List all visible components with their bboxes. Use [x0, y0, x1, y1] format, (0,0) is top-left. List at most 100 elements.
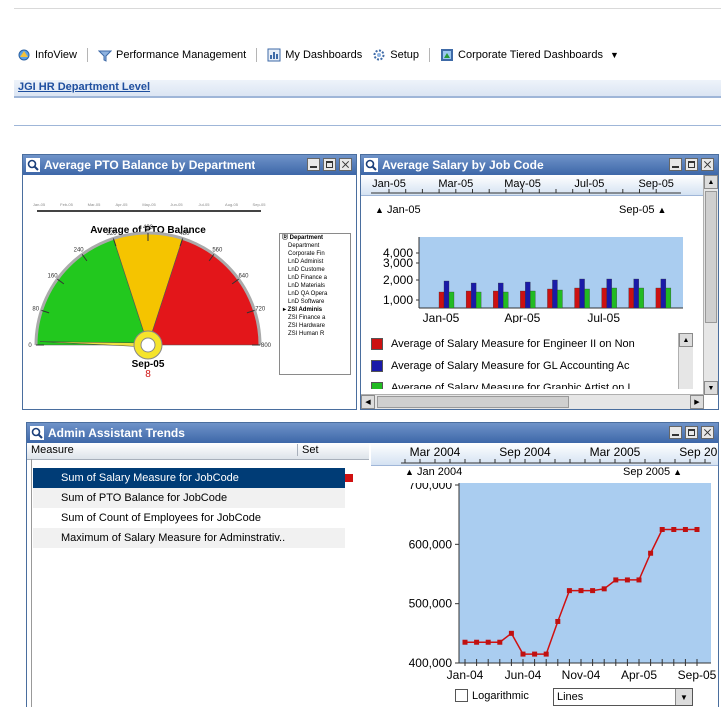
department-list-item[interactable]: ZSI Human R	[280, 330, 350, 338]
department-list-item[interactable]: LnD QA Opera	[280, 290, 350, 298]
salary-legend: Average of Salary Measure for Engineer I…	[361, 331, 691, 389]
maximize-button[interactable]	[685, 158, 698, 171]
department-list-item[interactable]: Corporate Fin	[280, 250, 350, 258]
department-list-item[interactable]: ZSI Finance a	[280, 314, 350, 322]
close-button[interactable]	[701, 158, 714, 171]
nav-item-setup[interactable]: Setup	[369, 48, 422, 62]
minimize-button[interactable]	[307, 158, 320, 171]
bar	[611, 287, 617, 309]
nav-item-corporate-tiered-dashboards[interactable]: Corporate Tiered Dashboards ▼	[437, 48, 622, 62]
salary-timeline[interactable]: Jan-05 Mar-05 May-05 Jul-05 Sep-05	[361, 175, 704, 196]
x-tick-label: Sep-05	[678, 668, 717, 682]
scroll-left-arrow[interactable]: ◀	[361, 395, 375, 409]
legend-scrollbar[interactable]: ▲	[678, 333, 693, 389]
timeline-label: Sep-05	[638, 178, 673, 190]
bar	[665, 287, 672, 309]
nav-item-my-dashboards[interactable]: My Dashboards	[264, 48, 365, 62]
gauge-tick-label: 800	[261, 343, 272, 349]
nav-item-label: My Dashboards	[285, 49, 363, 61]
setup-icon	[373, 49, 385, 61]
close-button[interactable]	[339, 158, 352, 171]
y-tick-label: 700,000	[409, 483, 453, 492]
department-list-item[interactable]: LnD Administ	[280, 258, 350, 266]
department-list-item[interactable]: LnD Materials	[280, 282, 350, 290]
panel-vertical-scrollbar[interactable]: ▲ ▼	[703, 175, 718, 395]
maximize-button[interactable]	[323, 158, 336, 171]
legend-label: Average of Salary Measure for GL Account…	[391, 360, 630, 372]
maximize-button[interactable]	[685, 426, 698, 439]
panel-horizontal-scrollbar[interactable]: ◀ ▶	[361, 394, 704, 409]
nav-item-performance-management[interactable]: Performance Management	[95, 48, 249, 62]
data-point	[555, 618, 561, 624]
measure-row[interactable]: Sum of PTO Balance for JobCode	[33, 488, 345, 508]
chevron-down-icon[interactable]: ▼	[675, 689, 692, 705]
trend-timeline[interactable]: Mar 2004 Sep 2004 Mar 2005 Sep 2005	[371, 443, 718, 466]
x-tick-label: Jun-04	[505, 668, 542, 682]
column-header-set[interactable]: Set	[297, 444, 319, 456]
logarithmic-toggle[interactable]: Logarithmic	[455, 689, 529, 702]
nav-separator	[256, 48, 258, 62]
bar	[584, 288, 590, 309]
scroll-right-arrow[interactable]: ▶	[690, 395, 704, 409]
x-tick-label: Apr-05	[621, 668, 657, 682]
magnifier-icon[interactable]	[30, 426, 44, 440]
bar	[660, 278, 667, 309]
series-color-marker	[345, 474, 353, 482]
panel-title-bar[interactable]: Admin Assistant Trends	[27, 423, 718, 443]
salary-bar-chart: 1,0002,0003,0004,000Jan-05 Apr-05 Jul-05	[383, 237, 683, 323]
column-header-measure[interactable]: Measure	[31, 444, 74, 456]
panel-title-bar[interactable]: Average PTO Balance by Department	[23, 155, 356, 175]
bar	[552, 279, 558, 309]
measure-row[interactable]: Sum of Count of Employees for JobCode	[33, 508, 345, 528]
department-level-bar: JGI HR Department Level	[14, 80, 721, 98]
department-list-item[interactable]: LnD Finance a	[280, 274, 350, 282]
scroll-down-arrow[interactable]: ▼	[704, 381, 718, 395]
department-list-item[interactable]: ZSI Hardware	[280, 322, 350, 330]
bar	[606, 278, 612, 309]
timeline-label: Jan-05	[372, 178, 406, 190]
close-button[interactable]	[701, 426, 714, 439]
department-list-item[interactable]: ▸ ZSI Adminis	[280, 306, 350, 314]
panel-title-bar[interactable]: Average Salary by Job Code	[361, 155, 718, 175]
gauge-tick-label: 240	[74, 248, 85, 254]
main-nav: InfoView Performance Management My Dashb…	[14, 44, 721, 66]
scroll-up-arrow[interactable]: ▲	[679, 333, 693, 347]
range-start-marker-icon[interactable]: ▲	[405, 467, 414, 477]
magnifier-icon[interactable]	[26, 158, 40, 172]
measure-row[interactable]: Sum of Salary Measure for JobCode	[33, 468, 345, 488]
bar	[493, 290, 499, 309]
y-tick-label: 1,000	[383, 293, 413, 307]
legend-swatch	[371, 360, 383, 372]
scrollbar-thumb[interactable]	[705, 191, 717, 323]
bar	[503, 291, 509, 309]
nav-separator	[429, 48, 431, 62]
nav-separator	[87, 48, 88, 62]
bar	[443, 280, 450, 309]
logarithmic-checkbox[interactable]	[455, 689, 468, 702]
y-tick-label: 600,000	[409, 537, 453, 551]
timeline-label: May-05	[504, 178, 541, 190]
data-point	[485, 639, 491, 645]
scroll-up-arrow[interactable]: ▲	[704, 175, 718, 189]
magnifier-icon[interactable]	[364, 158, 378, 172]
measure-row[interactable]: Maximum of Salary Measure for Adminstrat…	[33, 528, 345, 548]
y-tick-label: 500,000	[409, 597, 453, 611]
minimize-button[interactable]	[669, 158, 682, 171]
minimize-button[interactable]	[669, 426, 682, 439]
department-level-link[interactable]: JGI HR Department Level	[18, 81, 150, 93]
department-list-item[interactable]: Department	[280, 242, 350, 250]
chart-type-select[interactable]: Lines ▼	[553, 688, 693, 706]
department-list-item[interactable]: LnD Software	[280, 298, 350, 306]
gauge-tick-label: 80	[32, 307, 39, 313]
range-end-marker-icon[interactable]: ▲	[673, 467, 682, 477]
department-list[interactable]: Ⓓ Department Department Corporate Fin LnD A…	[279, 233, 351, 375]
chevron-down-icon[interactable]: ▼	[610, 50, 619, 60]
y-tick-label: 2,000	[383, 273, 413, 287]
nav-item-infoview[interactable]: InfoView	[14, 48, 80, 62]
department-list-item[interactable]: LnD Custome	[280, 266, 350, 274]
gauge-tick-label: 640	[238, 274, 249, 280]
department-list-header[interactable]: Ⓓ Department	[280, 234, 350, 242]
legend-item: Average of Salary Measure for Engineer I…	[371, 337, 635, 351]
slider-tick-label: Jul-05	[199, 202, 211, 207]
scrollbar-thumb[interactable]	[377, 396, 569, 408]
